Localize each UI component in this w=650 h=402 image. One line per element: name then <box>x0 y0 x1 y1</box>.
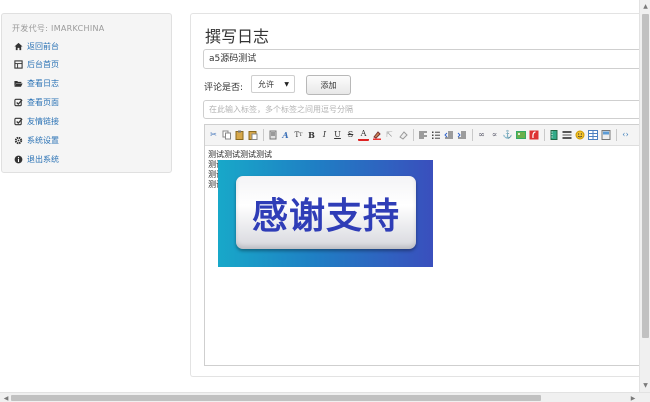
editor-line: 测试测试测试测试 <box>208 150 272 159</box>
horizontal-rule-icon[interactable] <box>561 130 572 141</box>
toolbar-divider <box>544 129 545 141</box>
sidebar-item-view-pages[interactable]: 查看页面 <box>14 95 59 109</box>
strikethrough-icon[interactable]: S <box>345 130 356 141</box>
horizontal-scrollbar[interactable]: ◀ ▶ <box>0 392 650 402</box>
scroll-down-icon[interactable]: ▼ <box>642 382 649 389</box>
paste-icon[interactable] <box>234 130 245 141</box>
toolbar-divider <box>616 129 617 141</box>
link-icon[interactable]: ∞ <box>476 130 487 141</box>
sidebar-item-dashboard[interactable]: 后台首页 <box>14 57 59 71</box>
comment-select[interactable]: 允许 ▼ <box>251 75 295 93</box>
page-title: 撰写日志 <box>205 27 270 46</box>
eraser-icon[interactable] <box>397 130 408 141</box>
info-circle-icon <box>14 155 23 164</box>
table-icon[interactable] <box>587 130 598 141</box>
tags-input[interactable]: 在此输入标签，多个标签之间用逗号分隔 <box>203 100 643 119</box>
sidebar-item-home[interactable]: 返回前台 <box>14 39 59 53</box>
toolbar-divider <box>263 129 264 141</box>
image-icon[interactable] <box>515 130 526 141</box>
list-icon[interactable] <box>430 130 441 141</box>
font-family-icon[interactable]: A <box>280 130 291 141</box>
text-color-icon[interactable]: A <box>358 130 369 141</box>
copy-icon[interactable] <box>221 130 232 141</box>
sidebar-item-label: 退出系统 <box>27 154 59 164</box>
sidebar-item-label: 查看日志 <box>27 78 59 88</box>
check-square-icon <box>14 98 23 107</box>
format-icon[interactable] <box>267 130 278 141</box>
cut-icon[interactable]: ✂ <box>208 130 219 141</box>
source-code-icon[interactable]: ‹› <box>620 130 631 141</box>
anchor-icon[interactable]: ⚓ <box>502 130 513 141</box>
sidebar: 开发代号: IMARKCHINA 返回前台 后台首页 查看日志 查看页面 友情链… <box>1 13 172 173</box>
horizontal-scroll-thumb[interactable] <box>11 395 541 401</box>
app-window: 开发代号: IMARKCHINA 返回前台 后台首页 查看日志 查看页面 友情链… <box>0 0 650 402</box>
toolbar-divider <box>472 129 473 141</box>
dashboard-icon <box>14 59 23 69</box>
paste-text-icon[interactable] <box>247 130 258 141</box>
caret-down-icon: ▼ <box>284 81 289 88</box>
align-left-icon[interactable] <box>417 130 428 141</box>
sidebar-item-logout[interactable]: 退出系统 <box>14 152 59 166</box>
underline-icon[interactable]: U <box>332 130 343 141</box>
comment-label: 评论是否: <box>204 83 244 93</box>
bold-icon[interactable]: B <box>306 130 317 141</box>
add-button[interactable]: 添加 <box>306 75 351 95</box>
sidebar-item-label: 返回前台 <box>27 41 59 51</box>
gear-icon <box>14 136 23 145</box>
folder-open-icon <box>14 79 23 88</box>
scroll-right-icon[interactable]: ▶ <box>629 394 637 402</box>
title-input[interactable]: a5源码测试 <box>203 49 643 69</box>
sidebar-item-label: 系统设置 <box>27 135 59 145</box>
unlink-icon[interactable]: ∝ <box>489 130 500 141</box>
sidebar-item-view-logs[interactable]: 查看日志 <box>14 76 59 90</box>
emoticon-icon[interactable] <box>574 130 585 141</box>
page-break-icon[interactable] <box>600 130 611 141</box>
promo-plate: 感谢支持 <box>236 176 416 249</box>
highlight-icon[interactable] <box>371 130 382 141</box>
toolbar-divider <box>413 129 414 141</box>
developer-label: 开发代号: IMARKCHINA <box>12 24 105 33</box>
sidebar-item-settings[interactable]: 系统设置 <box>14 133 59 147</box>
font-size-icon[interactable]: TT <box>293 130 304 141</box>
flash-icon[interactable] <box>528 130 539 141</box>
sidebar-item-label: 查看页面 <box>27 97 59 107</box>
comment-select-value: 允许 <box>258 79 274 89</box>
scroll-up-icon[interactable]: ▲ <box>642 3 649 10</box>
remove-format-icon[interactable]: ⇱ <box>384 130 395 141</box>
sidebar-item-label: 友情链接 <box>27 116 59 126</box>
check-square-icon <box>14 117 23 126</box>
home-icon <box>14 42 23 51</box>
vertical-scroll-thumb[interactable] <box>642 14 649 338</box>
promo-text: 感谢支持 <box>251 195 400 237</box>
scroll-left-icon[interactable]: ◀ <box>2 394 10 402</box>
vertical-scrollbar[interactable]: ▲ ▼ <box>639 0 650 392</box>
indent-icon[interactable] <box>456 130 467 141</box>
editor-toolbar: ✂ A TT B I U S A ⇱ ∞ ∝ ⚓ ‹› <box>205 125 643 146</box>
promo-banner-image: 感谢支持 <box>218 160 433 267</box>
sidebar-item-friend-links[interactable]: 友情链接 <box>14 114 59 128</box>
sidebar-item-label: 后台首页 <box>27 59 59 69</box>
italic-icon[interactable]: I <box>319 130 330 141</box>
outdent-icon[interactable] <box>443 130 454 141</box>
media-icon[interactable] <box>548 130 559 141</box>
